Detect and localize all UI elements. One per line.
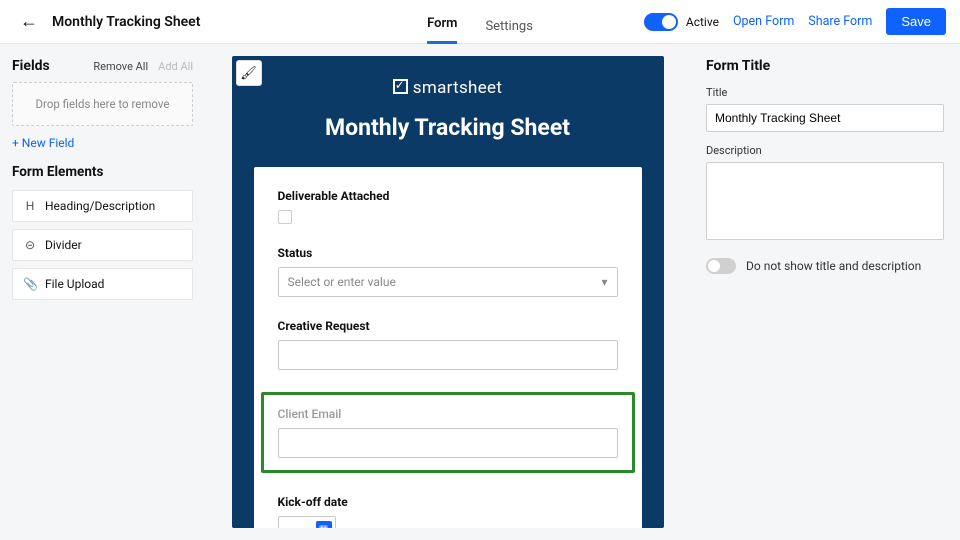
fields-heading: Fields xyxy=(12,58,50,74)
element-heading-description[interactable]: H Heading/Description xyxy=(12,190,193,222)
share-form-link[interactable]: Share Form xyxy=(808,14,872,29)
remove-all-link[interactable]: Remove All xyxy=(93,60,148,73)
element-divider[interactable]: ⊝ Divider xyxy=(12,229,193,261)
element-label: Heading/Description xyxy=(45,199,155,213)
element-label: Divider xyxy=(45,238,82,252)
back-arrow-icon[interactable]: ← xyxy=(14,7,44,36)
attachment-glyph-icon: 📎 xyxy=(23,277,37,291)
new-field-link[interactable]: + New Field xyxy=(12,136,193,150)
description-textarea[interactable] xyxy=(706,162,944,240)
active-toggle-label: Active xyxy=(686,15,719,29)
client-email-input[interactable] xyxy=(278,428,618,458)
form-body: Deliverable Attached Status Select or en… xyxy=(254,167,642,528)
heading-glyph-icon: H xyxy=(23,199,37,213)
creative-request-input[interactable] xyxy=(278,340,618,370)
save-button[interactable]: Save xyxy=(886,8,946,35)
topbar-actions: Active Open Form Share Form Save xyxy=(644,8,946,35)
title-label: Title xyxy=(706,86,944,99)
form-canvas-area: 🖌 smartsheet Monthly Tracking Sheet Deli… xyxy=(205,44,690,540)
add-all-link: Add All xyxy=(158,60,193,73)
field-label: Kick-off date xyxy=(278,495,618,509)
description-label: Description xyxy=(706,144,944,157)
paint-icon: 🖌 xyxy=(240,66,257,81)
right-panel: Form Title Title Description Do not show… xyxy=(690,44,960,540)
topbar: ← Monthly Tracking Sheet Form Settings A… xyxy=(0,0,960,44)
form-canvas[interactable]: smartsheet Monthly Tracking Sheet Delive… xyxy=(232,56,664,528)
calendar-icon[interactable]: ▦ xyxy=(316,521,332,528)
kickoff-date-input[interactable]: ▦ xyxy=(278,516,336,528)
tabs: Form Settings xyxy=(427,0,533,44)
chevron-down-icon: ▾ xyxy=(601,275,607,289)
element-label: File Upload xyxy=(45,277,104,291)
brand-text: smartsheet xyxy=(413,78,502,98)
checkmark-icon xyxy=(393,79,408,94)
field-creative-request[interactable]: Creative Request xyxy=(278,319,618,370)
brand-logo: smartsheet xyxy=(232,56,664,102)
title-input[interactable] xyxy=(706,104,944,132)
left-panel: Fields Remove All Add All Drop fields he… xyxy=(0,44,205,540)
field-deliverable-attached[interactable]: Deliverable Attached xyxy=(278,189,618,224)
form-elements-heading: Form Elements xyxy=(12,164,193,180)
field-label: Creative Request xyxy=(278,319,618,333)
hide-title-toggle[interactable] xyxy=(706,258,736,274)
field-label: Status xyxy=(278,246,618,260)
active-toggle[interactable] xyxy=(644,13,678,31)
hide-title-toggle-label: Do not show title and description xyxy=(746,259,921,273)
theme-button[interactable]: 🖌 xyxy=(236,60,262,86)
page-title: Monthly Tracking Sheet xyxy=(52,14,200,30)
right-heading: Form Title xyxy=(706,58,944,74)
select-placeholder: Select or enter value xyxy=(288,275,396,289)
field-status[interactable]: Status Select or enter value ▾ xyxy=(278,246,618,297)
divider-glyph-icon: ⊝ xyxy=(23,238,37,252)
remove-dropzone[interactable]: Drop fields here to remove xyxy=(12,82,193,126)
main: Fields Remove All Add All Drop fields he… xyxy=(0,44,960,540)
tab-settings[interactable]: Settings xyxy=(485,19,532,44)
element-file-upload[interactable]: 📎 File Upload xyxy=(12,268,193,300)
tab-form[interactable]: Form xyxy=(427,16,457,44)
field-label: Client Email xyxy=(278,407,618,421)
form-title[interactable]: Monthly Tracking Sheet xyxy=(232,102,664,167)
checkbox-input[interactable] xyxy=(278,210,292,224)
status-select[interactable]: Select or enter value ▾ xyxy=(278,267,618,297)
open-form-link[interactable]: Open Form xyxy=(733,14,794,29)
field-kickoff-date[interactable]: Kick-off date ▦ xyxy=(278,495,618,528)
field-label: Deliverable Attached xyxy=(278,189,618,203)
field-client-email[interactable]: Client Email xyxy=(261,392,635,473)
